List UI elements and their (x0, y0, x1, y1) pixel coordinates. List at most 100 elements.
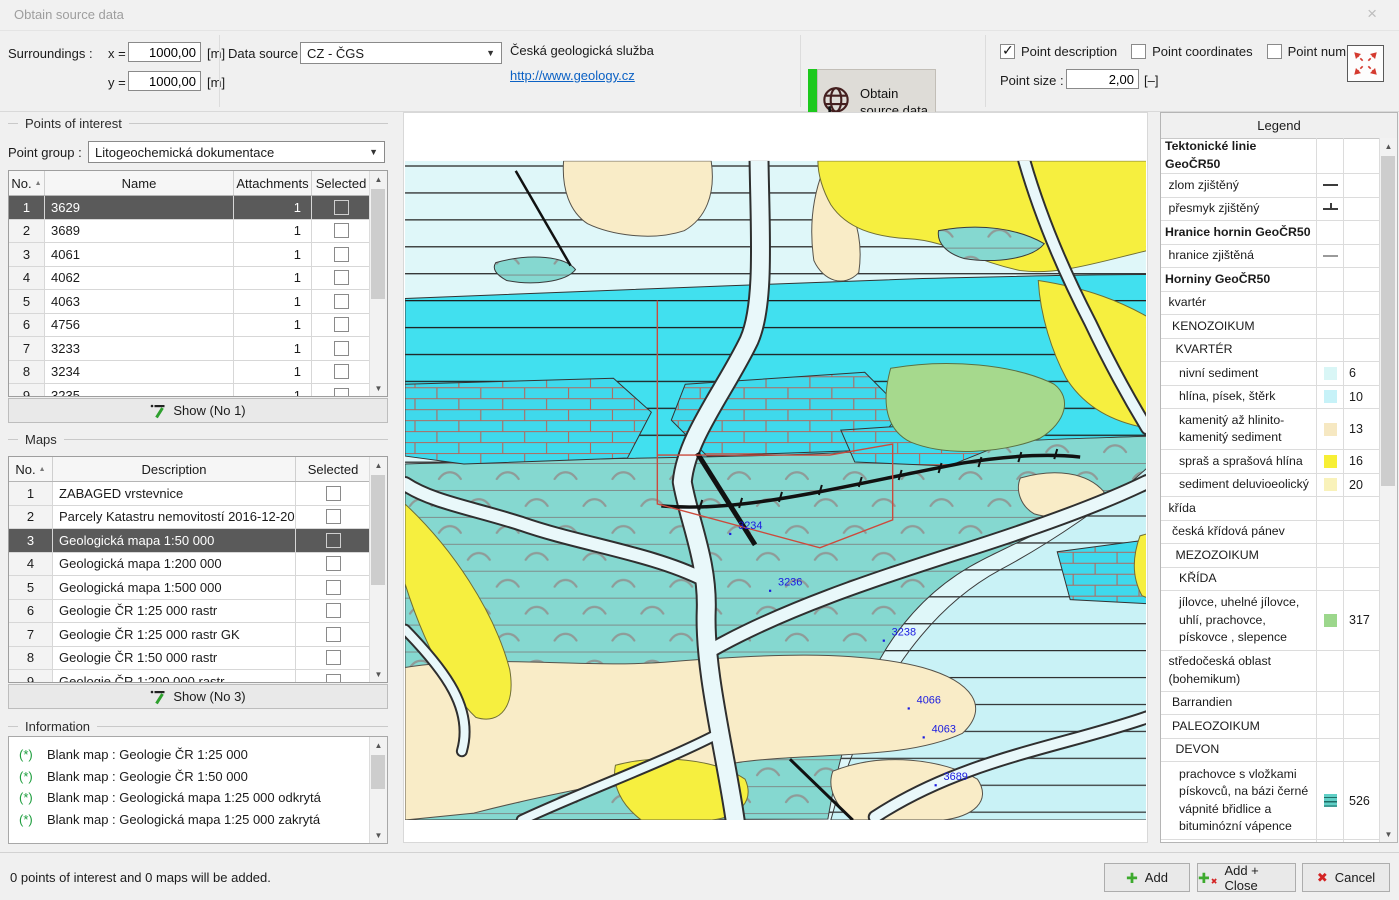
legend-row[interactable]: zlom zjištěný (1161, 174, 1380, 198)
legend-row[interactable]: nivní sediment6 (1161, 362, 1380, 386)
checkbox[interactable] (326, 674, 341, 683)
col-name[interactable]: Name (45, 171, 234, 195)
maps-row[interactable]: 5Geologická mapa 1:500 000 (9, 576, 370, 600)
maps-row[interactable]: 4Geologická mapa 1:200 000 (9, 553, 370, 577)
scroll-down-icon[interactable]: ▼ (1380, 826, 1397, 842)
cancel-button[interactable]: ✖ Cancel (1302, 863, 1390, 892)
scroll-thumb[interactable] (1381, 156, 1395, 486)
legend-row[interactable]: hlína, písek, štěrk10 (1161, 386, 1380, 410)
scroll-up-icon[interactable]: ▲ (1380, 138, 1397, 154)
col-selected[interactable]: Selected (312, 171, 370, 195)
add-button[interactable]: ✚ Add (1104, 863, 1190, 892)
checkbox[interactable] (334, 294, 349, 309)
x-input[interactable] (128, 42, 201, 62)
provider-link[interactable]: http://www.geology.cz (510, 68, 635, 83)
legend-row[interactable]: spraš a sprašová hlína16 (1161, 450, 1380, 474)
add-close-button[interactable]: ✚✖ Add + Close (1197, 863, 1296, 892)
checkbox[interactable] (334, 364, 349, 379)
scroll-thumb[interactable] (371, 475, 385, 585)
data-source-select[interactable]: CZ - ČGS ▼ (300, 42, 502, 64)
checkbox[interactable] (334, 270, 349, 285)
legend-row[interactable]: Barrandien (1161, 692, 1380, 716)
maps-row[interactable]: 7Geologie ČR 1:25 000 rastr GK (9, 623, 370, 647)
col-no[interactable]: No.▲ (9, 171, 45, 195)
legend-row[interactable]: KENOZOIKUM (1161, 315, 1380, 339)
option-point-coordinates[interactable]: Point coordinates (1131, 44, 1252, 59)
legend-row[interactable]: hranice zjištěná (1161, 245, 1380, 269)
checkbox[interactable] (334, 223, 349, 238)
checkbox[interactable] (334, 200, 349, 215)
legend-row[interactable]: KVARTÉR (1161, 339, 1380, 363)
col-description[interactable]: Description (53, 457, 296, 481)
points-row[interactable]: 236891 (9, 220, 370, 244)
maps-row[interactable]: 3Geologická mapa 1:50 000 (9, 529, 370, 553)
scroll-thumb[interactable] (371, 189, 385, 299)
points-row[interactable]: 732331 (9, 337, 370, 361)
legend-row[interactable]: přesmyk zjištěný (1161, 198, 1380, 222)
checkbox[interactable] (326, 509, 341, 524)
legend-row[interactable]: PALEOZOIKUM (1161, 715, 1380, 739)
legend-row[interactable]: kvartér (1161, 292, 1380, 316)
scroll-thumb[interactable] (371, 755, 385, 789)
option-point-description[interactable]: Point description (1000, 44, 1117, 59)
legend-row[interactable]: kamenitý až hlinito-kamenitý sediment13 (1161, 409, 1380, 450)
col-no[interactable]: No.▲ (9, 457, 53, 481)
zoom-to-fit-button[interactable] (1347, 45, 1384, 82)
legend-row[interactable]: biodetritické, biomikritické a mikritick… (1161, 840, 1380, 842)
maps-row[interactable]: 6Geologie ČR 1:25 000 rastr (9, 600, 370, 624)
checkbox[interactable] (326, 580, 341, 595)
checkbox[interactable] (326, 533, 341, 548)
points-row[interactable]: 647561 (9, 314, 370, 338)
col-attachments[interactable]: Attachments (234, 171, 312, 195)
show-points-button[interactable]: Show (No 1) (8, 398, 388, 423)
checkbox[interactable] (326, 627, 341, 642)
close-icon[interactable]: × (1367, 4, 1377, 24)
scroll-down-icon[interactable]: ▼ (370, 666, 387, 682)
maps-row[interactable]: 2Parcely Katastru nemovitostí 2016-12-20 (9, 506, 370, 530)
checkbox[interactable] (326, 556, 341, 571)
legend-row[interactable]: sediment deluvioeolický20 (1161, 474, 1380, 498)
scroll-up-icon[interactable]: ▲ (370, 171, 387, 187)
legend-row[interactable]: KŘÍDA (1161, 568, 1380, 592)
checkbox[interactable] (326, 486, 341, 501)
points-row[interactable]: 540631 (9, 290, 370, 314)
scroll-down-icon[interactable]: ▼ (370, 827, 387, 843)
scroll-up-icon[interactable]: ▲ (370, 737, 387, 753)
legend-row[interactable]: MEZOZOIKUM (1161, 544, 1380, 568)
legend-row[interactable]: křída (1161, 497, 1380, 521)
checkbox[interactable] (1000, 44, 1015, 59)
maps-row[interactable]: 8Geologie ČR 1:50 000 rastr (9, 647, 370, 671)
points-row[interactable]: 136291 (9, 196, 370, 220)
scroll-up-icon[interactable]: ▲ (370, 457, 387, 473)
show-maps-button[interactable]: Show (No 3) (8, 684, 388, 709)
legend-row[interactable]: středočeská oblast (bohemikum) (1161, 651, 1380, 692)
checkbox[interactable] (334, 388, 349, 397)
points-row[interactable]: 932351 (9, 384, 370, 397)
legend-row[interactable]: Tektonické linie GeoČR50 (1161, 138, 1380, 174)
checkbox[interactable] (1131, 44, 1146, 59)
information-scrollbar[interactable]: ▲ ▼ (369, 737, 387, 843)
point-size-input[interactable] (1066, 69, 1139, 89)
checkbox[interactable] (326, 603, 341, 618)
checkbox[interactable] (334, 341, 349, 356)
maps-row[interactable]: 9Geologie ČR 1:200 000 rastr (9, 670, 370, 683)
legend-row[interactable]: prachovce s vložkami pískovců, na bázi č… (1161, 762, 1380, 840)
legend-scrollbar[interactable]: ▲ ▼ (1379, 138, 1397, 842)
maps-scrollbar[interactable]: ▲ ▼ (369, 457, 387, 682)
legend-row[interactable]: DEVON (1161, 739, 1380, 763)
points-row[interactable]: 340611 (9, 243, 370, 267)
point-group-select[interactable]: Litogeochemická dokumentace ▼ (88, 141, 385, 163)
col-selected[interactable]: Selected (296, 457, 370, 481)
checkbox[interactable] (334, 247, 349, 262)
checkbox[interactable] (326, 650, 341, 665)
checkbox[interactable] (334, 317, 349, 332)
legend-row[interactable]: česká křídová pánev (1161, 521, 1380, 545)
scroll-down-icon[interactable]: ▼ (370, 380, 387, 396)
y-input[interactable] (128, 71, 201, 91)
map-view[interactable]: 323432363238406640633689 (403, 112, 1148, 843)
points-row[interactable]: 440621 (9, 267, 370, 291)
points-scrollbar[interactable]: ▲ ▼ (369, 171, 387, 396)
legend-row[interactable]: jílovce, uhelné jílovce, uhlí, prachovce… (1161, 591, 1380, 651)
legend-row[interactable]: Hranice hornin GeoČR50 (1161, 221, 1380, 245)
legend-row[interactable]: Horniny GeoČR50 (1161, 268, 1380, 292)
